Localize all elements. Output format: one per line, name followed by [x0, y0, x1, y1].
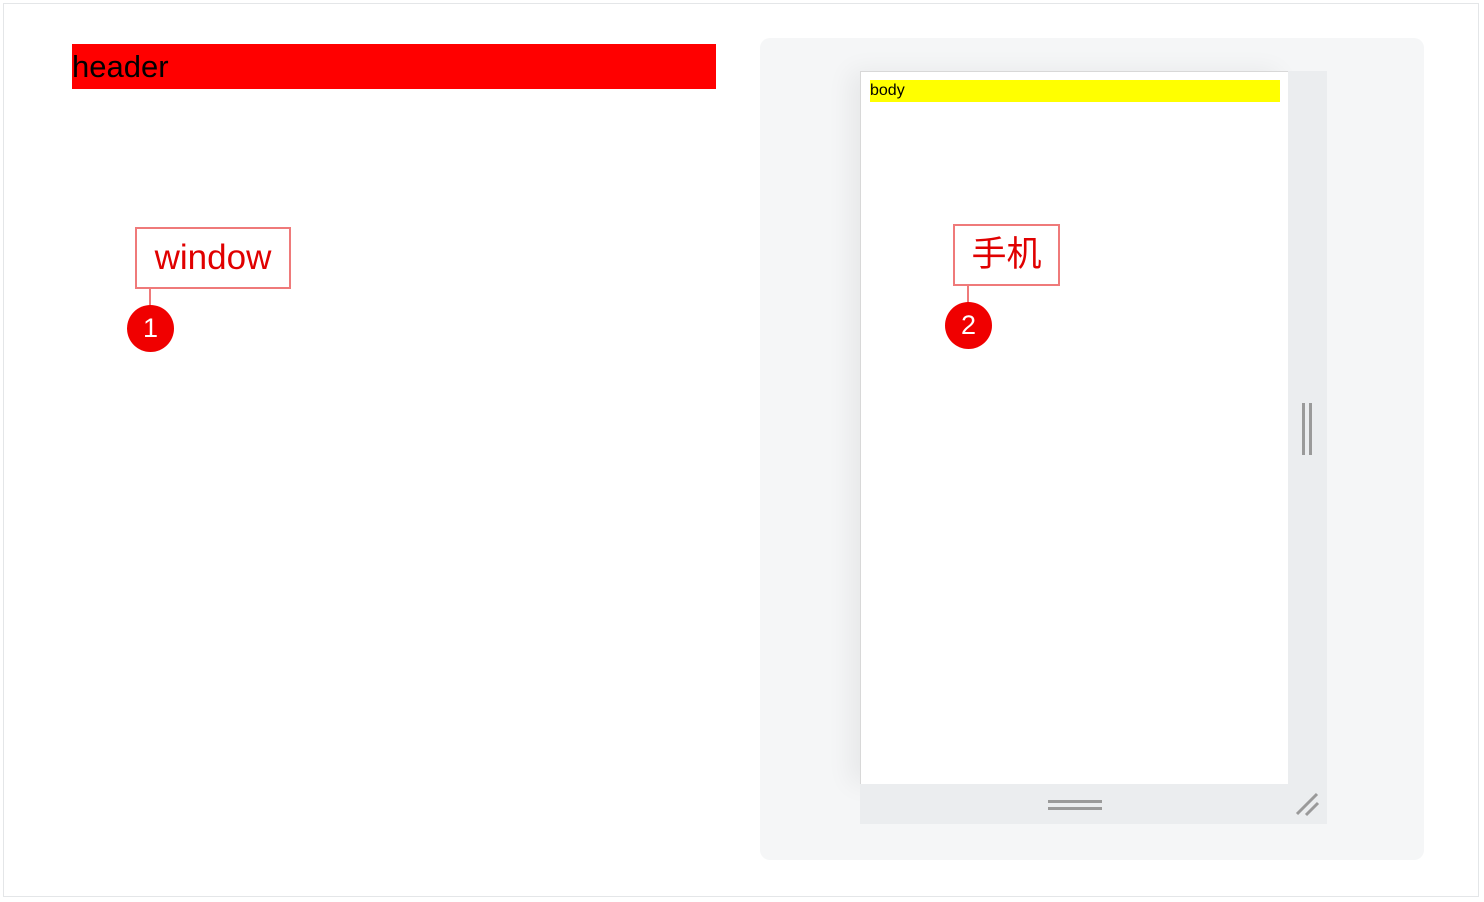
- body-block: body: [870, 80, 1280, 102]
- body-label: body: [870, 82, 905, 99]
- phone-viewport: body: [860, 71, 1288, 784]
- header-block: header: [72, 44, 716, 89]
- marker-1: 1: [127, 305, 174, 352]
- horizontal-grip-icon[interactable]: [1048, 798, 1102, 812]
- phone-callout-label: 手机: [971, 235, 1042, 274]
- window-callout-label: window: [154, 238, 272, 277]
- phone-callout: 手机: [953, 224, 1060, 286]
- vertical-grip-icon[interactable]: [1301, 403, 1313, 455]
- header-label: header: [72, 49, 169, 84]
- window-callout: window: [135, 227, 291, 289]
- marker-1-number: 1: [142, 313, 159, 343]
- marker-2-number: 2: [960, 310, 977, 340]
- corner-resize-icon[interactable]: [1293, 790, 1321, 818]
- marker-2: 2: [945, 302, 992, 349]
